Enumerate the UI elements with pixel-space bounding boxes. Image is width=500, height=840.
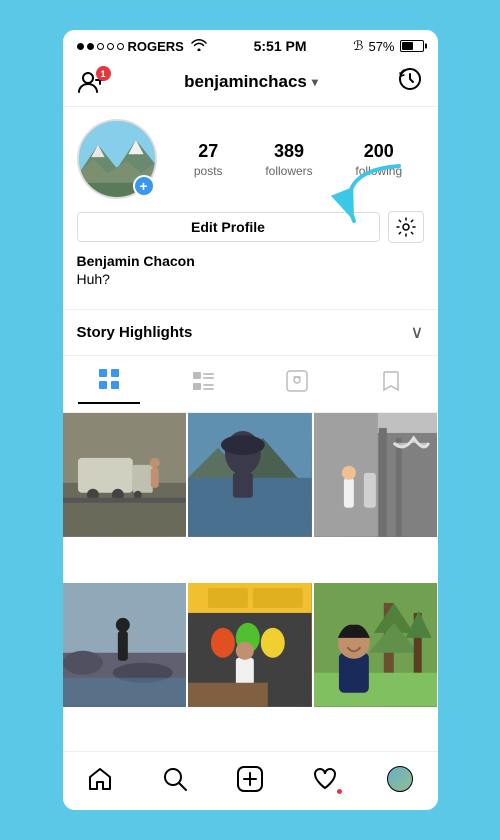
search-icon (162, 766, 188, 792)
notification-badge: 1 (96, 66, 111, 81)
battery-icon (400, 40, 424, 52)
story-highlights-bar[interactable]: Story Highlights ∨ (63, 310, 438, 356)
bottom-nav (63, 751, 438, 810)
add-icon (237, 766, 263, 792)
photo-cell-2[interactable] (188, 413, 312, 537)
bookmark-icon (380, 370, 402, 392)
profile-stats: 27 posts 389 followers 200 following (173, 141, 424, 178)
photo-cell-4[interactable] (63, 583, 187, 707)
gear-icon (396, 217, 416, 237)
following-label: following (355, 164, 402, 178)
profile-section: + 27 posts 389 followers 200 following (63, 107, 438, 299)
photo-grid (63, 413, 438, 751)
chevron-down-icon: ▾ (312, 75, 318, 89)
tab-tagged[interactable] (266, 366, 328, 402)
nav-add[interactable] (227, 762, 273, 796)
tab-list[interactable] (172, 366, 234, 402)
nav-profile[interactable] (377, 762, 423, 796)
story-highlights-label: Story Highlights (77, 324, 193, 341)
signal-dot-4 (107, 43, 114, 50)
photo-1-image (63, 413, 187, 537)
nav-search[interactable] (152, 762, 198, 796)
posts-count: 27 (198, 141, 218, 162)
photo-2-image (188, 413, 312, 537)
history-button[interactable] (397, 66, 423, 98)
edit-profile-button[interactable]: Edit Profile (77, 212, 380, 242)
screen: ROGERS 5:51 PM ℬ 57% (63, 30, 438, 810)
bluetooth-icon: ℬ (353, 38, 363, 54)
signal-dot-3 (97, 43, 104, 50)
avatar-wrapper: + (77, 119, 157, 199)
tagged-icon (286, 370, 308, 392)
view-tabs (63, 356, 438, 413)
phone-frame: ROGERS 5:51 PM ℬ 57% (0, 0, 500, 840)
followers-count: 389 (274, 141, 304, 162)
following-stat[interactable]: 200 following (355, 141, 402, 178)
clock: 5:51 PM (254, 38, 307, 54)
photo-3-image (314, 413, 438, 537)
profile-top: + 27 posts 389 followers 200 following (77, 119, 424, 199)
username-label: benjaminchacs (184, 72, 307, 92)
photo-6-image (314, 583, 438, 707)
battery-fill (402, 42, 413, 50)
photo-cell-3[interactable] (314, 413, 438, 537)
signal-dot-5 (117, 43, 124, 50)
list-icon (192, 370, 214, 392)
avatar-plus-button[interactable]: + (133, 175, 155, 197)
photo-cell-6[interactable] (314, 583, 438, 707)
history-icon (397, 66, 423, 92)
add-user-button[interactable]: 1 (77, 70, 105, 94)
photo-cell-1[interactable] (63, 413, 187, 537)
photo-cell-5[interactable] (188, 583, 312, 707)
followers-label: followers (265, 164, 312, 178)
battery-percent: 57% (368, 39, 394, 54)
photo-4-image (63, 583, 187, 707)
signal-dot-2 (87, 43, 94, 50)
profile-bio: Huh? (77, 271, 424, 287)
highlights-chevron-icon: ∨ (410, 322, 423, 343)
edit-section: Edit Profile (77, 211, 424, 243)
bio-section: Benjamin Chacon Huh? (77, 253, 424, 287)
home-icon (87, 766, 113, 792)
edit-row: Edit Profile (77, 211, 424, 243)
signal-dot-1 (77, 43, 84, 50)
tab-bookmark[interactable] (360, 366, 422, 402)
signal-area: ROGERS (77, 38, 207, 54)
wifi-icon (191, 38, 207, 54)
activity-dot (337, 789, 342, 794)
status-bar: ROGERS 5:51 PM ℬ 57% (63, 30, 438, 58)
username-dropdown[interactable]: benjaminchacs ▾ (184, 72, 318, 92)
grid-icon (98, 368, 120, 390)
tab-grid[interactable] (78, 364, 140, 404)
carrier-label: ROGERS (128, 39, 184, 54)
followers-stat[interactable]: 389 followers (265, 141, 312, 178)
nav-activity[interactable] (302, 762, 348, 796)
posts-label: posts (194, 164, 223, 178)
battery-area: ℬ 57% (353, 38, 423, 54)
heart-icon (312, 766, 338, 792)
nav-bar: 1 benjaminchacs ▾ (63, 58, 438, 107)
posts-stat[interactable]: 27 posts (194, 141, 223, 178)
settings-button[interactable] (388, 211, 424, 243)
photo-5-image (188, 583, 312, 707)
profile-name: Benjamin Chacon (77, 253, 424, 269)
profile-thumbnail (387, 766, 413, 792)
signal-dots (77, 43, 124, 50)
following-count: 200 (364, 141, 394, 162)
nav-home[interactable] (77, 762, 123, 796)
